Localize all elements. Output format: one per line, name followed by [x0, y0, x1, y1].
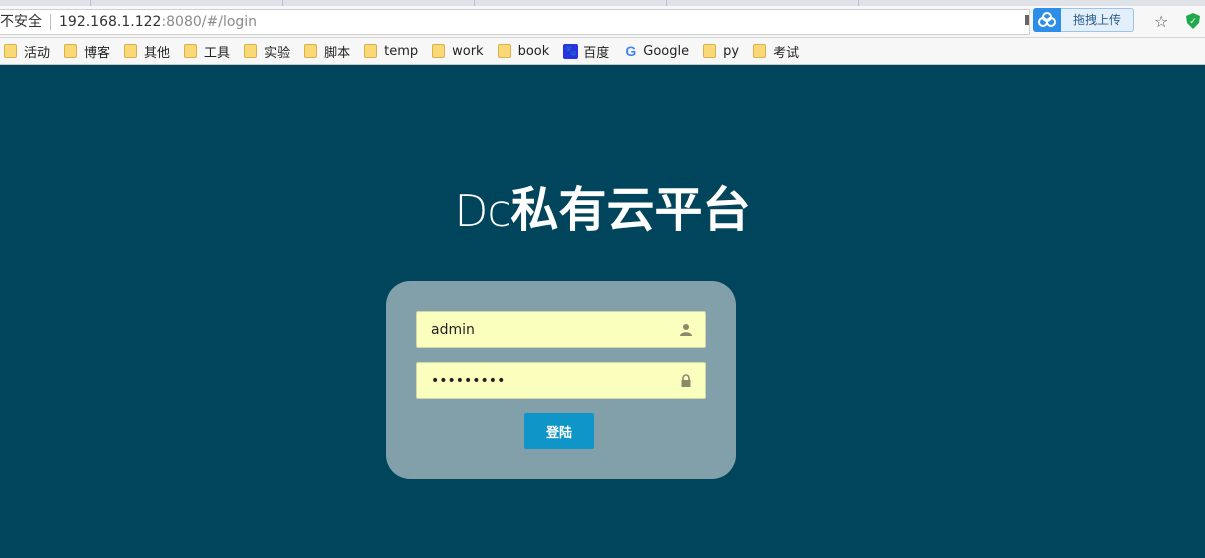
bookmark-label: 博客 [84, 45, 111, 61]
username-input[interactable] [431, 321, 671, 338]
folder-icon [753, 44, 767, 58]
address-bar: 不安全 192.168.1.122:8080/#/login 拖拽上传 ☆ ✓ [0, 6, 1205, 38]
bookmark-label: py [723, 43, 740, 59]
lock-icon [681, 374, 691, 387]
bookmark-item[interactable]: 博客 [64, 41, 110, 61]
url-path: :8080/#/login [161, 14, 258, 30]
bookmark-item[interactable]: G Google [623, 41, 689, 61]
folder-icon [364, 44, 378, 58]
title-latin: Dc [454, 186, 511, 237]
bookmark-item[interactable]: book [497, 41, 550, 61]
url-field[interactable]: 不安全 192.168.1.122:8080/#/login [0, 9, 1030, 35]
login-panel: 登陆 [386, 281, 736, 479]
bookmark-item[interactable]: py [703, 41, 739, 61]
password-field[interactable] [416, 362, 706, 399]
title-cjk: 私有云平台 [510, 182, 751, 238]
bookmarks-bar: 活动 博客 其他 工具 实验 脚本 temp work book 🐾 百度 G Google py 考试 [0, 38, 1205, 65]
user-icon [680, 324, 692, 336]
login-button[interactable]: 登陆 [524, 413, 594, 449]
bookmark-item[interactable]: 其他 [124, 41, 170, 61]
baidu-paw-icon: 🐾 [563, 43, 579, 59]
bookmark-label: Google [643, 43, 690, 59]
bookmark-item[interactable]: 活动 [4, 41, 50, 61]
url-host: 192.168.1.122 [59, 14, 162, 30]
folder-icon [432, 44, 446, 58]
bookmark-item[interactable]: temp [364, 41, 418, 61]
folder-icon [244, 44, 258, 58]
url-text[interactable]: 192.168.1.122:8080/#/login [51, 14, 257, 30]
baidu-upload-widget[interactable]: 拖拽上传 [1033, 8, 1135, 32]
bookmark-item[interactable]: work [432, 41, 484, 61]
key-icon[interactable] [1024, 13, 1030, 31]
folder-icon [4, 44, 17, 58]
bookmark-item[interactable]: 实验 [244, 41, 290, 61]
svg-text:✓: ✓ [1189, 17, 1197, 27]
username-field[interactable] [416, 311, 706, 348]
folder-icon [184, 44, 198, 58]
bookmark-label: 工具 [204, 45, 231, 61]
bookmark-label: 脚本 [324, 45, 351, 61]
bookmark-item[interactable]: 考试 [753, 41, 799, 61]
folder-icon [124, 44, 138, 58]
folder-icon [703, 44, 717, 58]
google-icon: G [625, 43, 637, 59]
bookmark-item[interactable]: 🐾 百度 [563, 41, 609, 61]
bookmark-label: temp [384, 43, 419, 59]
bookmark-label: 实验 [264, 45, 291, 61]
folder-icon [64, 44, 78, 58]
star-icon[interactable]: ☆ [1154, 13, 1168, 31]
shield-icon[interactable]: ✓ [1186, 13, 1200, 33]
password-input[interactable] [431, 372, 671, 389]
folder-icon [497, 44, 511, 58]
baidu-cloud-icon [1033, 8, 1061, 32]
bookmark-label: 百度 [583, 45, 610, 61]
bookmark-label: 其他 [144, 45, 171, 61]
folder-icon [304, 44, 318, 58]
bookmark-label: 活动 [24, 45, 51, 61]
page-title: Dc私有云平台 [0, 170, 1205, 240]
bookmark-label: book [517, 43, 550, 59]
upload-button[interactable]: 拖拽上传 [1061, 8, 1135, 32]
security-indicator[interactable]: 不安全 [0, 14, 51, 30]
bookmark-item[interactable]: 脚本 [304, 41, 350, 61]
bookmark-item[interactable]: 工具 [184, 41, 230, 61]
bookmark-label: work [452, 43, 484, 59]
bookmark-label: 考试 [773, 45, 800, 61]
